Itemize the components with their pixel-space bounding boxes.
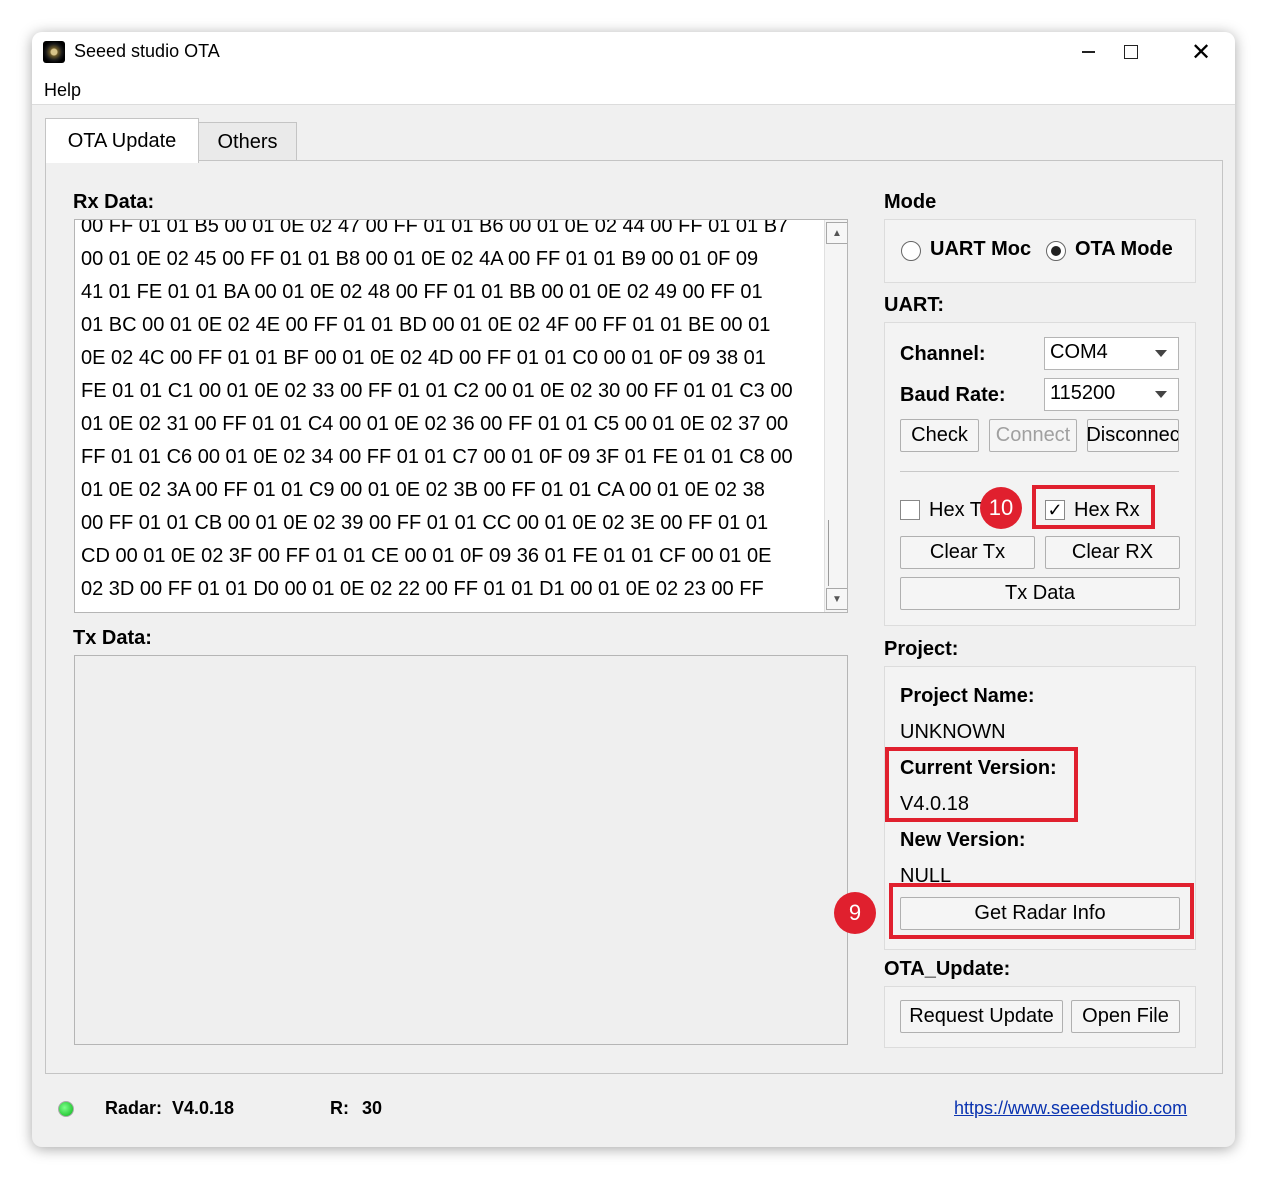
title-bar: Seeed studio OTA ✕ bbox=[32, 32, 1235, 72]
radar-version-value: V4.0.18 bbox=[172, 1098, 235, 1118]
hex-tx-checkbox[interactable] bbox=[900, 500, 920, 520]
menu-bar: Help bbox=[32, 72, 1235, 105]
ota-update-label: OTA_Update: bbox=[884, 958, 1011, 980]
annotation-badge-9: 9 bbox=[834, 892, 876, 934]
tab-ota-update[interactable]: OTA Update bbox=[45, 118, 199, 163]
connect-button[interactable]: Connect bbox=[989, 419, 1077, 452]
r-label: R: bbox=[330, 1098, 349, 1118]
chevron-down-icon bbox=[1155, 391, 1167, 398]
scroll-up-arrow-icon[interactable]: ▲ bbox=[826, 222, 847, 244]
rx-line: 00 FF 01 01 B5 00 01 0E 02 47 00 FF 01 0… bbox=[81, 219, 789, 237]
mode-label: Mode bbox=[884, 191, 937, 213]
rx-line: 00 01 0E 02 45 00 FF 01 01 B8 00 01 0E 0… bbox=[81, 248, 759, 270]
window-title: Seeed studio OTA bbox=[74, 41, 220, 61]
rx-line: FF 01 01 C6 00 01 0E 02 34 00 FF 01 01 C… bbox=[81, 446, 793, 468]
baud-rate-label: Baud Rate: bbox=[900, 384, 1006, 406]
ota-mode-label[interactable]: OTA Mode bbox=[1075, 238, 1182, 261]
seeed-website-link[interactable]: https://www.seeedstudio.com bbox=[954, 1098, 1187, 1119]
open-file-button[interactable]: Open File bbox=[1071, 1000, 1180, 1033]
rx-line: 41 01 FE 01 01 BA 00 01 0E 02 48 00 FF 0… bbox=[81, 281, 763, 303]
project-label: Project: bbox=[884, 638, 959, 660]
uart-mode-radio[interactable] bbox=[901, 241, 921, 261]
uart-label: UART: bbox=[884, 294, 944, 316]
rx-data-textarea[interactable]: 00 FF 01 01 B5 00 01 0E 02 47 00 FF 01 0… bbox=[74, 219, 848, 613]
rx-line: 0E 02 4C 00 FF 01 01 BF 00 01 0E 02 4D 0… bbox=[81, 347, 766, 369]
radar-label: Radar: bbox=[105, 1098, 163, 1118]
scroll-thumb[interactable] bbox=[828, 520, 844, 586]
check-button[interactable]: Check bbox=[900, 419, 979, 452]
scroll-down-arrow-icon[interactable]: ▼ bbox=[826, 588, 847, 610]
clear-tx-button[interactable]: Clear Tx bbox=[900, 536, 1035, 569]
seeed-logo-icon bbox=[43, 41, 65, 63]
project-name-label: Project Name: bbox=[900, 685, 1035, 707]
separator bbox=[900, 471, 1179, 472]
r-value: 30 bbox=[362, 1098, 383, 1118]
baud-rate-select[interactable]: 115200 bbox=[1044, 378, 1179, 411]
annotation-box-hex-rx bbox=[1032, 485, 1155, 529]
channel-value: COM4 bbox=[1050, 341, 1108, 363]
channel-select[interactable]: COM4 bbox=[1044, 337, 1179, 370]
chevron-down-icon bbox=[1155, 350, 1167, 357]
rx-data-label: Rx Data: bbox=[73, 191, 155, 213]
minimize-icon bbox=[1081, 51, 1095, 53]
app-window: Seeed studio OTA ✕ Help OTA Update Other… bbox=[32, 32, 1235, 1147]
rx-line: 01 BC 00 01 0E 02 4E 00 FF 01 01 BD 00 0… bbox=[81, 314, 771, 336]
close-button[interactable]: ✕ bbox=[1166, 32, 1235, 72]
menu-help[interactable]: Help bbox=[44, 80, 81, 101]
new-version-label: New Version: bbox=[900, 829, 1026, 851]
rx-line: 02 3D 00 FF 01 01 D0 00 01 0E 02 22 00 F… bbox=[81, 578, 764, 600]
rx-line: 00 FF 01 01 CB 00 01 0E 02 39 00 FF 01 0… bbox=[81, 512, 769, 534]
request-update-button[interactable]: Request Update bbox=[900, 1000, 1063, 1033]
clear-rx-button[interactable]: Clear RX bbox=[1045, 536, 1180, 569]
annotation-badge-10: 10 bbox=[980, 487, 1022, 529]
tx-data-textarea[interactable] bbox=[74, 655, 848, 1045]
channel-label: Channel: bbox=[900, 343, 986, 365]
disconnect-button[interactable]: Disconnec bbox=[1087, 419, 1179, 452]
maximize-button[interactable] bbox=[1096, 32, 1166, 72]
rx-line: 01 0E 02 3A 00 FF 01 01 C9 00 01 0E 02 3… bbox=[81, 479, 765, 501]
maximize-icon bbox=[1124, 45, 1138, 59]
tx-data-label: Tx Data: bbox=[73, 627, 152, 649]
uart-group: Channel: COM4 Baud Rate: 115200 Check Co… bbox=[884, 322, 1196, 626]
mode-group: UART Moc OTA Mode bbox=[884, 219, 1196, 283]
baud-rate-value: 115200 bbox=[1050, 382, 1116, 404]
ota-update-group: Request Update Open File bbox=[884, 986, 1196, 1048]
tx-data-button[interactable]: Tx Data bbox=[900, 577, 1180, 610]
hex-tx-label[interactable]: Hex T bbox=[929, 499, 982, 522]
project-name-value: UNKNOWN bbox=[900, 721, 1006, 743]
rx-line: 01 0E 02 31 00 FF 01 01 C4 00 01 0E 02 3… bbox=[81, 413, 789, 435]
rx-scrollbar[interactable]: ▲ ▼ bbox=[824, 220, 847, 612]
annotation-box-get-radar-info bbox=[889, 883, 1194, 939]
connection-status-led-icon bbox=[58, 1101, 74, 1117]
rx-line: FE 01 01 C1 00 01 0E 02 33 00 FF 01 01 C… bbox=[81, 380, 793, 402]
close-icon: ✕ bbox=[1190, 38, 1212, 66]
rx-line: CD 00 01 0E 02 3F 00 FF 01 01 CE 00 01 0… bbox=[81, 545, 772, 567]
uart-mode-label[interactable]: UART Moc bbox=[930, 238, 1036, 261]
annotation-box-current-version bbox=[885, 747, 1078, 822]
ota-mode-radio[interactable] bbox=[1046, 241, 1066, 261]
tab-others[interactable]: Others bbox=[198, 122, 297, 161]
